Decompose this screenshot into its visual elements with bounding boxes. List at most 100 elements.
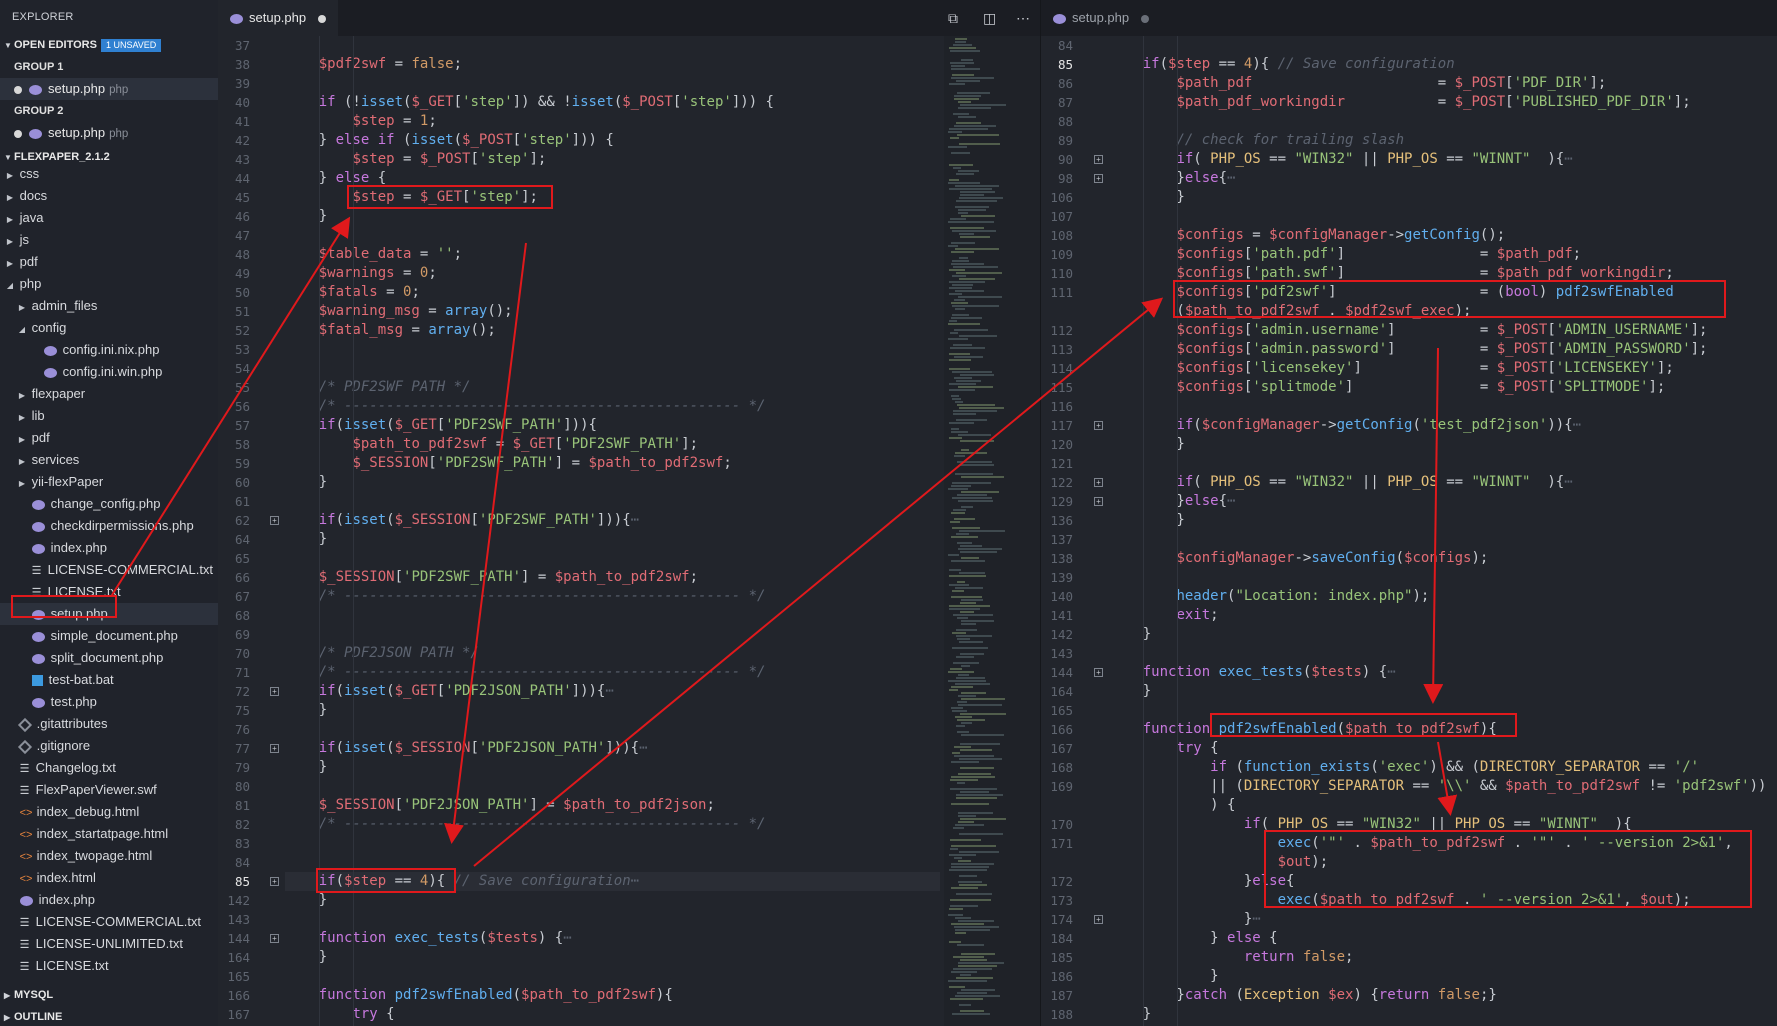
tree-item[interactable]: ▶ css <box>0 163 218 185</box>
tree-item[interactable]: ☰README <box>0 977 218 978</box>
code-line[interactable] <box>1109 207 1774 226</box>
tree-item[interactable]: ▶ docs <box>0 185 218 207</box>
code-line[interactable] <box>285 36 940 55</box>
mysql-header[interactable]: ▶ MYSQL <box>0 984 218 1006</box>
code-line[interactable]: exec($path_to_pdf2swf . ' --version 2>&1… <box>1109 891 1774 910</box>
code-line[interactable]: if( PHP_OS == "WIN32" || PHP_OS == "WINN… <box>1109 815 1774 834</box>
code-line[interactable]: if($configManager->getConfig('test_pdf2j… <box>1109 416 1774 435</box>
tree-item[interactable]: ☰ LICENSE-COMMERCIAL.txt <box>0 559 218 581</box>
code-line[interactable]: $configs['splitmode'] = $_POST['SPLITMOD… <box>1109 378 1774 397</box>
tree-item[interactable]: setup.php <box>0 603 218 625</box>
code-lines[interactable]: if($step == 4){ // Save configuration $p… <box>1109 36 1774 1024</box>
code-line[interactable] <box>285 340 940 359</box>
code-line[interactable] <box>285 777 940 796</box>
code-line[interactable] <box>285 226 940 245</box>
code-line[interactable] <box>1109 568 1774 587</box>
tree-item[interactable]: ▶ lib <box>0 405 218 427</box>
code-line[interactable]: header("Location: index.php"); <box>1109 587 1774 606</box>
code-line[interactable] <box>285 492 940 511</box>
tree-item[interactable]: change_config.php <box>0 493 218 515</box>
code-line[interactable]: $path_pdf_workingdir = $_POST['PUBLISHED… <box>1109 93 1774 112</box>
tree-item[interactable]: ▶ services <box>0 449 218 471</box>
fold-expand-icon[interactable]: + <box>270 934 279 943</box>
code-line[interactable]: } <box>1109 967 1774 986</box>
code-line[interactable] <box>285 720 940 739</box>
code-line[interactable]: } <box>1109 511 1774 530</box>
fold-expand-icon[interactable]: + <box>270 516 279 525</box>
code-line[interactable]: ($path_to_pdf2swf . $pdf2swf_exec); <box>1109 302 1774 321</box>
tree-item[interactable]: ▶ js <box>0 229 218 251</box>
code-line[interactable]: } <box>285 530 940 549</box>
code-line[interactable] <box>285 853 940 872</box>
code-line[interactable]: if(isset($_SESSION['PDF2SWF_PATH'])){⋯ <box>285 511 940 530</box>
code-line[interactable]: }else{⋯ <box>1109 169 1774 188</box>
code-line[interactable]: } <box>1109 625 1774 644</box>
split-editor-icon[interactable]: ◫ <box>983 0 996 36</box>
code-line[interactable]: $warning_msg = array(); <box>285 302 940 321</box>
code-line[interactable]: /* -------------------------------------… <box>285 587 940 606</box>
code-line[interactable]: $configs['path.swf'] = $path_pdf_working… <box>1109 264 1774 283</box>
code-line[interactable]: } <box>285 701 940 720</box>
code-line[interactable]: } <box>285 948 940 967</box>
code-line[interactable]: } <box>1109 682 1774 701</box>
code-line[interactable]: $configs['licensekey'] = $_POST['LICENSE… <box>1109 359 1774 378</box>
code-line[interactable]: $out); <box>1109 853 1774 872</box>
code-line[interactable]: $path_pdf = $_POST['PDF_DIR']; <box>1109 74 1774 93</box>
tree-item[interactable]: ▶ pdf <box>0 427 218 449</box>
code-line[interactable]: || (DIRECTORY_SEPARATOR == '\\' && $path… <box>1109 777 1774 796</box>
code-line[interactable]: if (function_exists('exec') && (DIRECTOR… <box>1109 758 1774 777</box>
code-line[interactable] <box>285 834 940 853</box>
code-line[interactable]: }else{ <box>1109 872 1774 891</box>
code-line[interactable]: /* PDF2SWF PATH */ <box>285 378 940 397</box>
tree-item[interactable]: ☰ FlexPaperViewer.swf <box>0 779 218 801</box>
unsaved-dot-icon[interactable] <box>14 129 22 138</box>
tree-item[interactable]: ◢ config <box>0 317 218 339</box>
open-changes-icon[interactable]: ⧉ <box>948 0 958 36</box>
code-line[interactable]: $_SESSION['PDF2SWF_PATH'] = $path_to_pdf… <box>285 454 940 473</box>
tree-item[interactable]: ☰ LICENSE-UNLIMITED.txt <box>0 933 218 955</box>
code-line[interactable]: if (!isset($_GET['step']) && !isset($_PO… <box>285 93 940 112</box>
tree-item[interactable]: .gitattributes <box>0 713 218 735</box>
code-line[interactable]: $_SESSION['PDF2SWF_PATH'] = $path_to_pdf… <box>285 568 940 587</box>
fold-expand-icon[interactable]: + <box>1094 421 1103 430</box>
fold-expand-icon[interactable]: + <box>1094 497 1103 506</box>
fold-expand-icon[interactable]: + <box>270 877 279 886</box>
tree-item[interactable]: checkdirpermissions.php <box>0 515 218 537</box>
code-line[interactable]: if(isset($_SESSION['PDF2JSON_PATH'])){⋯ <box>285 739 940 758</box>
tree-item[interactable]: index.php <box>0 889 218 911</box>
tree-item[interactable]: ☰ Changelog.txt <box>0 757 218 779</box>
tree-item[interactable]: <> index_twopage.html <box>0 845 218 867</box>
tree-item[interactable]: ▶ yii-flexPaper <box>0 471 218 493</box>
code-line[interactable]: } else { <box>285 169 940 188</box>
code-line[interactable]: $warnings = 0; <box>285 264 940 283</box>
code-line[interactable]: if($step == 4){ // Save configuration <box>1109 55 1774 74</box>
fold-expand-icon[interactable]: + <box>270 687 279 696</box>
fold-expand-icon[interactable]: + <box>270 744 279 753</box>
tree-item[interactable]: <> index_startatpage.html <box>0 823 218 845</box>
code-line[interactable]: } <box>285 473 940 492</box>
tree-item[interactable]: ▶ flexpaper <box>0 383 218 405</box>
open-editor-group1-setup[interactable]: setup.php php <box>0 78 218 100</box>
code-line[interactable] <box>285 549 940 568</box>
code-line[interactable]: } <box>285 891 940 910</box>
tree-item[interactable]: test.php <box>0 691 218 713</box>
code-line[interactable]: try { <box>285 1005 940 1024</box>
tab-setup-php[interactable]: setup.php <box>218 0 339 36</box>
minimap[interactable] <box>944 36 1040 1026</box>
code-line[interactable]: $configs['admin.password'] = $_POST['ADM… <box>1109 340 1774 359</box>
code-line[interactable]: $configs['admin.username'] = $_POST['ADM… <box>1109 321 1774 340</box>
code-line[interactable]: }⋯ <box>1109 910 1774 929</box>
code-lines[interactable]: $pdf2swf = false; if (!isset($_GET['step… <box>285 36 940 1024</box>
code-line[interactable] <box>285 625 940 644</box>
tree-item[interactable]: ☰ LICENSE.txt <box>0 955 218 977</box>
outline-header[interactable]: ▶ OUTLINE <box>0 1006 218 1026</box>
code-line[interactable]: if($step == 4){ // Save configuration⋯ <box>285 872 940 891</box>
code-line[interactable]: }else{⋯ <box>1109 492 1774 511</box>
code-line[interactable]: $fatal_msg = array(); <box>285 321 940 340</box>
code-line[interactable]: /* -------------------------------------… <box>285 815 940 834</box>
tree-item[interactable]: config.ini.win.php <box>0 361 218 383</box>
code-line[interactable] <box>285 967 940 986</box>
code-line[interactable]: $path_to_pdf2swf = $_GET['PDF2SWF_PATH']… <box>285 435 940 454</box>
code-line[interactable]: try { <box>1109 739 1774 758</box>
code-line[interactable]: $configs['path.pdf'] = $path_pdf; <box>1109 245 1774 264</box>
